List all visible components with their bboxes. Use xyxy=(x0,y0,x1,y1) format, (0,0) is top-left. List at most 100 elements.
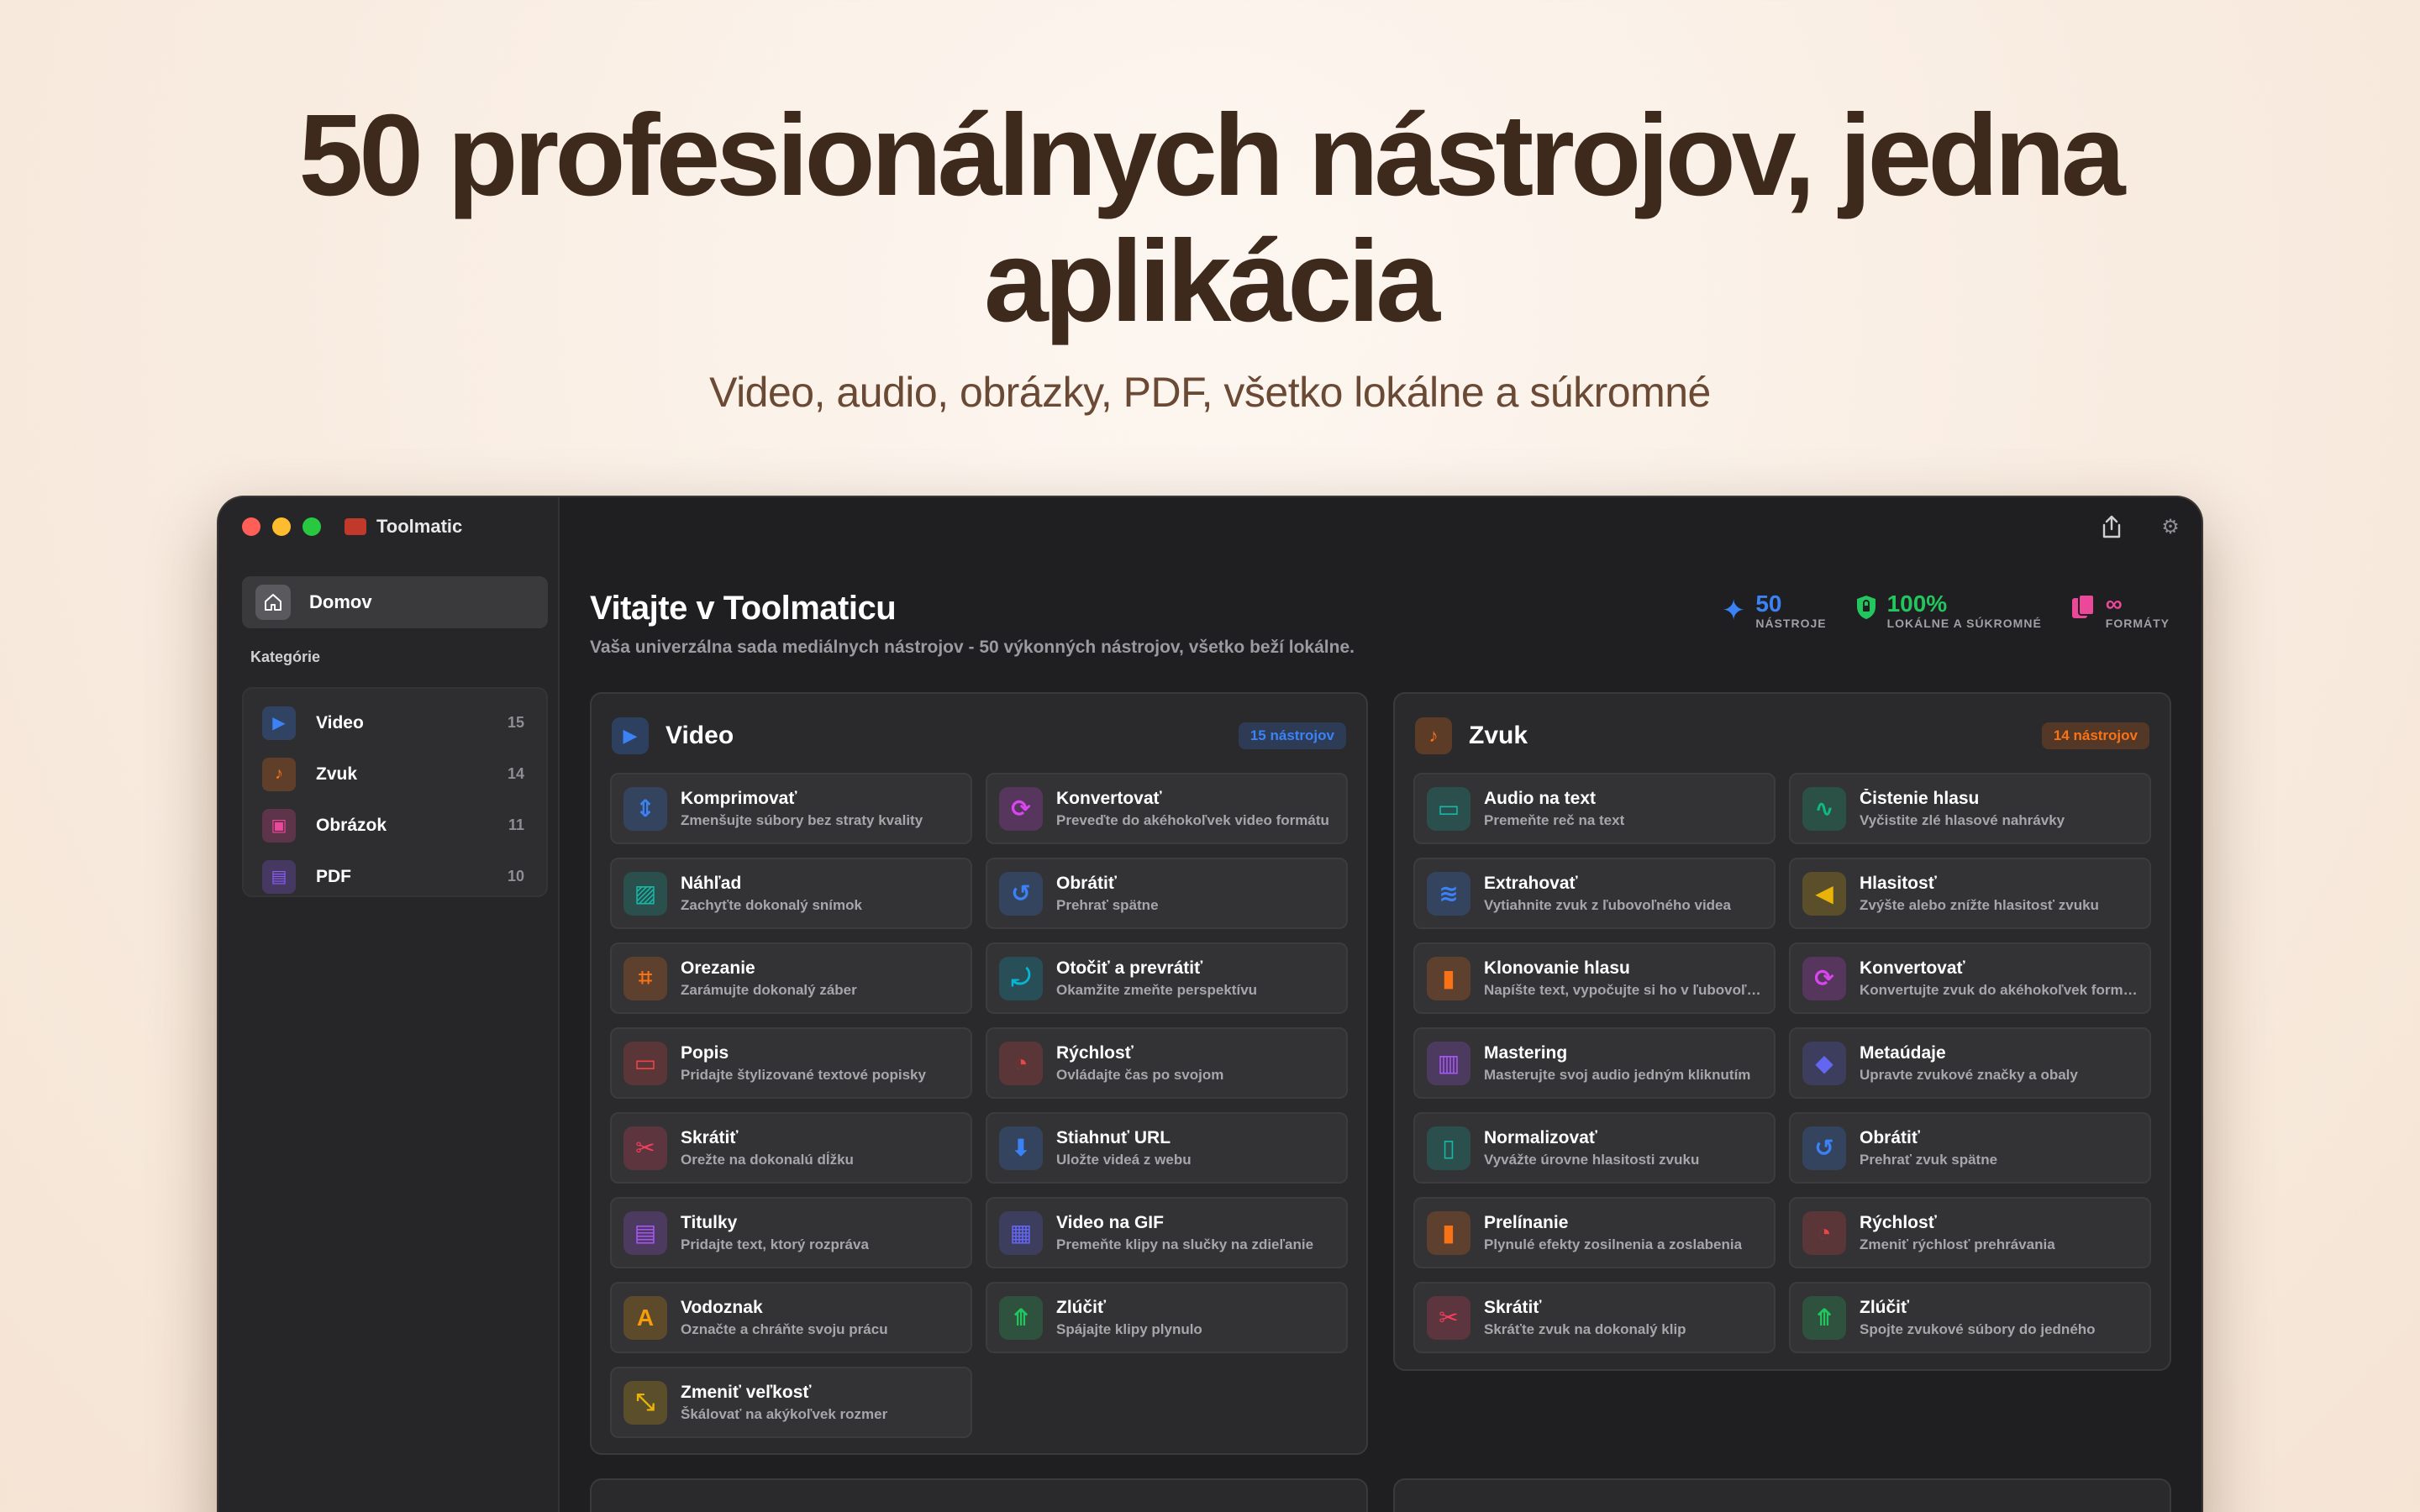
sidebar-item-home[interactable]: Domov xyxy=(242,576,548,628)
stat-privacy: 100% LOKÁLNE A SÚKROMNÉ xyxy=(1855,591,2042,630)
tool-card[interactable]: ✂ Skrátiť Orežte na dokonalú dĺžku xyxy=(610,1112,972,1184)
merge-icon: ⤊ xyxy=(999,1295,1043,1340)
tool-name: Vodoznak xyxy=(681,1297,763,1317)
tool-card[interactable]: ◆ Metaúdaje Upravte zvukové značky a obaly xyxy=(1789,1027,2151,1099)
tool-name: Rýchlosť xyxy=(1056,1042,1134,1063)
tool-card[interactable]: ↺ Obrátiť Prehrať zvuk spätne xyxy=(1789,1112,2151,1184)
tool-description: Zmenšujte súbory bez straty kvality xyxy=(681,811,923,828)
sidebar-item-label: Video xyxy=(316,712,364,732)
tool-text: Normalizovať Vyvážte úrovne hlasitosti zv… xyxy=(1484,1128,1699,1168)
tool-card[interactable]: ⇕ Komprimovať Zmenšujte súbory bez straty … xyxy=(610,773,972,844)
minimize-button[interactable] xyxy=(272,517,291,536)
sidebar: Toolmatic Domov Kategórie ▶ Video 15 ♪ Z… xyxy=(218,497,560,1512)
tool-card[interactable]: ✂ Skrátiť Skráťte zvuk na dokonalý klip xyxy=(1413,1282,1776,1353)
tool-text: Konvertovať Konvertujte zvuk do akéhokoľv… xyxy=(1860,958,2138,999)
tag-icon: ◆ xyxy=(1802,1041,1846,1085)
tool-name: Skrátiť xyxy=(681,1127,739,1147)
tool-text: Extrahovať Vytiahnite zvuk z ľubovoľného … xyxy=(1484,874,1731,914)
merge-icon: ⤊ xyxy=(1802,1295,1846,1340)
tool-text: Popis Pridajte štylizované textové popisk… xyxy=(681,1043,926,1084)
stats-bar: ✦ 50 NÁSTROJE 100% LOKÁLNE A SÚKROMNÉ ∞ … xyxy=(1721,591,2170,631)
tool-text: Konvertovať Preveďte do akéhokoľvek video… xyxy=(1056,789,1329,829)
close-button[interactable] xyxy=(242,517,260,536)
voice-clone-icon: ▮ xyxy=(1427,956,1470,1000)
tool-card[interactable]: ▮ Prelínanie Plynulé efekty zosilnenia a z… xyxy=(1413,1197,1776,1268)
tool-text: Audio na text Premeňte reč na text xyxy=(1484,789,1624,829)
tool-name: Zlúčiť xyxy=(1860,1297,1910,1317)
stat-value: 100% xyxy=(1886,591,1948,617)
tool-description: Označte a chráňte svoju prácu xyxy=(681,1320,888,1337)
music-note-icon: ♪ xyxy=(262,757,296,791)
tool-card[interactable]: ⤡ Zmeniť veľkosť Škálovať na akýkoľvek roz… xyxy=(610,1367,972,1438)
tool-card[interactable]: ⟳ Konvertovať Konvertujte zvuk do akéhokoľ… xyxy=(1789,942,2151,1014)
tool-card[interactable]: ▤ Titulky Pridajte text, ktorý rozpráva xyxy=(610,1197,972,1268)
tool-card[interactable]: ↺ Obrátiť Prehrať spätne xyxy=(986,858,1348,929)
compress-icon: ⇕ xyxy=(623,786,667,831)
tool-text: Video na GIF Premeňte klipy na slučky na … xyxy=(1056,1213,1313,1253)
stat-label: LOKÁLNE A SÚKROMNÉ xyxy=(1886,617,2042,630)
tool-description: Zmeniť rýchlosť prehrávania xyxy=(1860,1236,2055,1252)
tool-card[interactable]: ◔ Rýchlosť Ovládajte čas po svojom xyxy=(986,1027,1348,1099)
sidebar-item-label: Zvuk xyxy=(316,764,358,784)
stat-value: 50 xyxy=(1755,591,1782,617)
tool-description: Konvertujte zvuk do akéhokoľvek formátu xyxy=(1860,981,2138,998)
play-icon: ▶ xyxy=(262,706,296,740)
sidebar-item-video[interactable]: ▶ Video 15 xyxy=(244,697,546,748)
sparkle-icon: ✦ xyxy=(1721,595,1746,627)
tool-card[interactable]: A Vodoznak Označte a chráňte svoju prácu xyxy=(610,1282,972,1353)
tool-card[interactable]: ⤊ Zlúčiť Spojte zvukové súbory do jedného xyxy=(1789,1282,2151,1353)
image-panel xyxy=(590,1478,1368,1512)
sidebar-item-audio[interactable]: ♪ Zvuk 14 xyxy=(244,748,546,800)
tool-card[interactable]: ▯ Normalizovať Vyvážte úrovne hlasitosti z… xyxy=(1413,1112,1776,1184)
tool-text: Zlúčiť Spájajte klipy plynulo xyxy=(1056,1298,1202,1338)
tool-name: Mastering xyxy=(1484,1042,1568,1063)
speech-bubble-icon: ▭ xyxy=(1427,786,1470,831)
sidebar-item-image[interactable]: ▣ Obrázok 11 xyxy=(244,800,546,851)
tool-name: Popis xyxy=(681,1042,729,1063)
tool-card[interactable]: ≋ Extrahovať Vytiahnite zvuk z ľubovoľného… xyxy=(1413,858,1776,929)
gear-icon[interactable]: ⚙ xyxy=(2158,514,2183,539)
tool-description: Skráťte zvuk na dokonalý klip xyxy=(1484,1320,1686,1337)
subtitles-icon: ▤ xyxy=(623,1210,667,1255)
tool-text: Čistenie hlasu Vyčistite zlé hlasové nahr… xyxy=(1860,789,2065,829)
image-icon: ▣ xyxy=(262,808,296,843)
tool-grid: ▭ Audio na text Premeňte reč na text ∿ Čiste… xyxy=(1413,773,2151,1353)
zoom-button[interactable] xyxy=(302,517,321,536)
tool-card[interactable]: ▮ Klonovanie hlasu Napíšte text, vypočujte… xyxy=(1413,942,1776,1014)
tool-text: Obrátiť Prehrať zvuk spätne xyxy=(1860,1128,1997,1168)
tool-card[interactable]: ∿ Čistenie hlasu Vyčistite zlé hlasové nah… xyxy=(1789,773,2151,844)
tool-card[interactable]: ◀ Hlasitosť Zvýšte alebo znížte hlasitosť … xyxy=(1789,858,2151,929)
hero-title: 50 profesionálnych nástrojov, jedna apli… xyxy=(298,91,2125,346)
tool-card[interactable]: ⌗ Orezanie Zarámujte dokonalý záber xyxy=(610,942,972,1014)
sidebar-item-label: Obrázok xyxy=(316,815,387,835)
tool-text: Otočiť a prevrátiť Okamžite zmeňte perspe… xyxy=(1056,958,1257,999)
tool-description: Zarámujte dokonalý záber xyxy=(681,981,857,998)
tool-text: Komprimovať Zmenšujte súbory bez straty k… xyxy=(681,789,923,829)
tool-card[interactable]: ⟳ Konvertovať Preveďte do akéhokoľvek vide… xyxy=(986,773,1348,844)
speaker-icon: ◀ xyxy=(1802,871,1846,916)
tool-card[interactable]: ▭ Popis Pridajte štylizované textové popis… xyxy=(610,1027,972,1099)
stat-value: ∞ xyxy=(2105,591,2123,617)
tool-name: Zmeniť veľkosť xyxy=(681,1382,812,1402)
tool-card[interactable]: ▭ Audio na text Premeňte reč na text xyxy=(1413,773,1776,844)
tool-text: Mastering Masterujte svoj audio jedným kl… xyxy=(1484,1043,1750,1084)
app-name: Toolmatic xyxy=(376,516,463,537)
window-controls xyxy=(242,517,321,536)
tool-card[interactable]: ▦ Video na GIF Premeňte klipy na slučky na… xyxy=(986,1197,1348,1268)
convert-icon: ⟳ xyxy=(1802,956,1846,1000)
tool-name: Video na GIF xyxy=(1056,1212,1164,1232)
download-icon: ⬇ xyxy=(999,1126,1043,1170)
tool-card[interactable]: ▨ Náhľad Zachyťte dokonalý snímok xyxy=(610,858,972,929)
tool-card[interactable]: ⬇ Stiahnuť URL Uložte videá z webu xyxy=(986,1112,1348,1184)
tool-card[interactable]: ⤊ Zlúčiť Spájajte klipy plynulo xyxy=(986,1282,1348,1353)
tool-card[interactable]: ⤾ Otočiť a prevrátiť Okamžite zmeňte persp… xyxy=(986,942,1348,1014)
share-icon[interactable] xyxy=(2099,514,2124,539)
stat-label: FORMÁTY xyxy=(2105,617,2170,630)
caption-icon: ▭ xyxy=(623,1041,667,1085)
music-note-icon: ♪ xyxy=(1415,717,1452,754)
stat-formats: ∞ FORMÁTY xyxy=(2070,591,2170,630)
tool-card[interactable]: ▥ Mastering Masterujte svoj audio jedným k… xyxy=(1413,1027,1776,1099)
tool-text: Náhľad Zachyťte dokonalý snímok xyxy=(681,874,862,914)
tool-card[interactable]: ◔ Rýchlosť Zmeniť rýchlosť prehrávania xyxy=(1789,1197,2151,1268)
sidebar-item-pdf[interactable]: ▤ PDF 10 xyxy=(244,851,546,902)
